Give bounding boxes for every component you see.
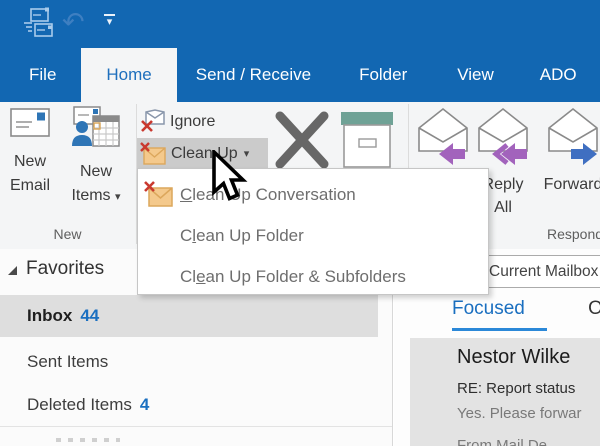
menu-item-clean-up-folder[interactable]: Clean Up Folder [138, 215, 488, 256]
tab-send-receive[interactable]: Send / Receive [183, 48, 324, 102]
menu-item-label: Clean Up Folder [180, 225, 304, 245]
clean-up-icon [140, 141, 166, 165]
qat-customize-icon[interactable]: ▾ [104, 14, 115, 28]
forward-label: Forward [543, 176, 600, 193]
outlook-window: ↶ ▾ File Home Send / Receive Folder View… [0, 0, 600, 446]
menu-item-clean-up-folder-subfolders[interactable]: Clean Up Folder & Subfolders [138, 256, 488, 297]
reply-all-icon [478, 107, 528, 165]
unread-count: 44 [80, 306, 100, 325]
new-email-icon [10, 108, 50, 137]
archive-button[interactable] [338, 106, 398, 172]
folder-name: Deleted Items [27, 395, 132, 414]
email-preview: Yes. Please forwar [457, 405, 582, 422]
email-sender: Nestor Wilke [457, 346, 571, 368]
unread-count: 4 [139, 395, 150, 414]
forward-icon [548, 107, 598, 165]
menu-item-label: Clean Up Folder & Subfolders [180, 266, 406, 286]
clean-up-conversation-icon [144, 181, 173, 207]
folder-item-sent-items[interactable]: Sent Items [0, 345, 378, 379]
new-items-label-1: New [79, 163, 112, 180]
undo-icon[interactable]: ↶ [62, 8, 85, 36]
email-preview-clipped: From Mail De [457, 437, 548, 446]
mailbox-scope-label: Current Mailbox [489, 263, 599, 280]
archive-icon [341, 112, 393, 168]
folder-item-inbox[interactable]: Inbox 44 [0, 295, 378, 337]
folder-name: Inbox [27, 306, 73, 325]
reply-icon [418, 107, 468, 165]
new-items-button[interactable]: New Items ▾ [58, 106, 134, 209]
title-bar: ↶ ▾ [0, 0, 600, 48]
new-items-caret-icon: ▾ [115, 191, 121, 203]
new-items-label-2: Items ▾ [71, 187, 121, 204]
ribbon-group-respond: Respond [546, 226, 600, 242]
ignore-label: Ignore [170, 112, 216, 130]
folder-name: Sent Items [27, 352, 109, 371]
ribbon-tab-row: File Home Send / Receive Folder View ADO [0, 48, 600, 102]
clipped-folder-row [56, 438, 120, 442]
forward-button[interactable]: Forward [543, 106, 600, 196]
favorites-header[interactable]: Favorites [8, 258, 104, 280]
email-subject: RE: Report status [457, 380, 576, 397]
tab-file[interactable]: File [16, 48, 69, 102]
ignore-button[interactable]: Ignore [139, 107, 215, 136]
ribbon-group-new: New [53, 226, 82, 242]
delete-x-icon [275, 111, 329, 169]
favorites-label: Favorites [26, 258, 105, 279]
new-email-label-1: New [13, 153, 46, 170]
tab-folder[interactable]: Folder [346, 48, 420, 102]
tab-addins[interactable]: ADO [527, 48, 590, 102]
email-list-item[interactable]: Nestor Wilke RE: Report status Yes. Plea… [410, 338, 600, 446]
folder-item-deleted-items[interactable]: Deleted Items 4 [0, 388, 378, 422]
new-email-label-2: Email [9, 177, 50, 194]
new-items-icon [72, 106, 120, 147]
focused-tab-underline [452, 328, 547, 331]
tab-focused[interactable]: Focused [452, 298, 525, 319]
folder-pane-divider [0, 426, 392, 427]
collapse-triangle-icon [8, 265, 17, 275]
menu-item-label: Clean Up Conversation [180, 184, 356, 204]
tab-other[interactable]: Other [588, 298, 600, 319]
delete-button[interactable] [272, 106, 334, 172]
tab-view[interactable]: View [444, 48, 507, 102]
tab-home[interactable]: Home [81, 48, 177, 102]
menu-item-clean-up-conversation[interactable]: Clean Up Conversation [138, 174, 488, 215]
send-receive-icon[interactable] [22, 6, 56, 42]
ignore-icon [141, 109, 165, 132]
new-email-button[interactable]: New Email [2, 106, 58, 198]
mouse-cursor-icon [212, 150, 248, 201]
clean-up-menu: Clean Up Conversation Clean Up Folder Cl… [137, 168, 489, 295]
